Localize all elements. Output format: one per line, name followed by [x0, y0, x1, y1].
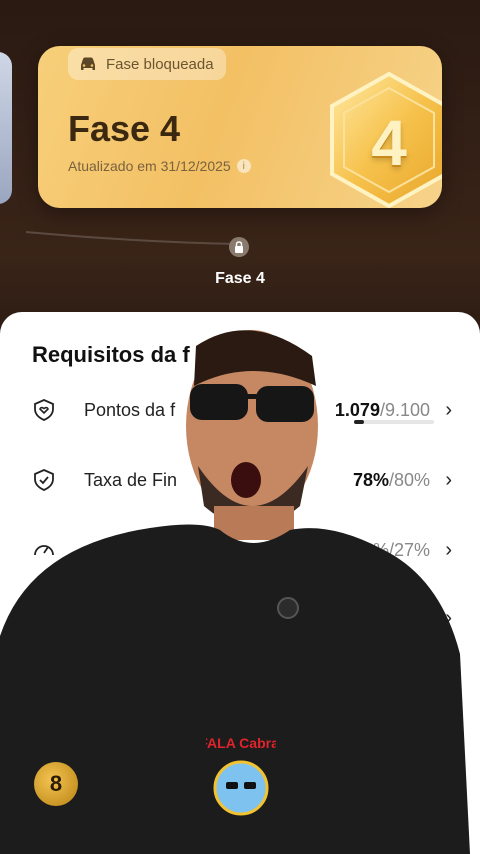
- progress-phase-label: Fase 4: [215, 270, 265, 287]
- presenter-mouth: [231, 462, 261, 498]
- lock-icon: [229, 237, 249, 257]
- updated-date: Atualizado em 31/12/2025 i: [68, 158, 251, 174]
- sunglasses-right: [256, 386, 314, 422]
- car-icon: [78, 55, 98, 73]
- sunglasses-left: [190, 384, 248, 420]
- watermark-logo: FALA Cabral: [206, 735, 276, 816]
- watermark-brand-text: FALA Cabral: [206, 735, 276, 751]
- lapel-mic-icon: [277, 597, 299, 619]
- phase-badge: 4: [326, 70, 442, 208]
- locked-phase-chip: Fase bloqueada: [68, 48, 226, 80]
- app-logo-icon: 8: [34, 762, 78, 806]
- sunglasses-bridge: [246, 394, 258, 399]
- info-icon[interactable]: i: [236, 159, 251, 173]
- updated-text: Atualizado em 31/12/2025: [68, 158, 231, 174]
- phase-title: Fase 4: [68, 108, 181, 149]
- locked-chip-label: Fase bloqueada: [106, 55, 214, 73]
- phase-progress-track: [26, 231, 240, 245]
- badge-number: 4: [371, 107, 407, 179]
- phase-card[interactable]: Fase bloqueada Fase 4 Atualizado em 31/1…: [38, 46, 442, 208]
- previous-phase-card[interactable]: [0, 52, 12, 204]
